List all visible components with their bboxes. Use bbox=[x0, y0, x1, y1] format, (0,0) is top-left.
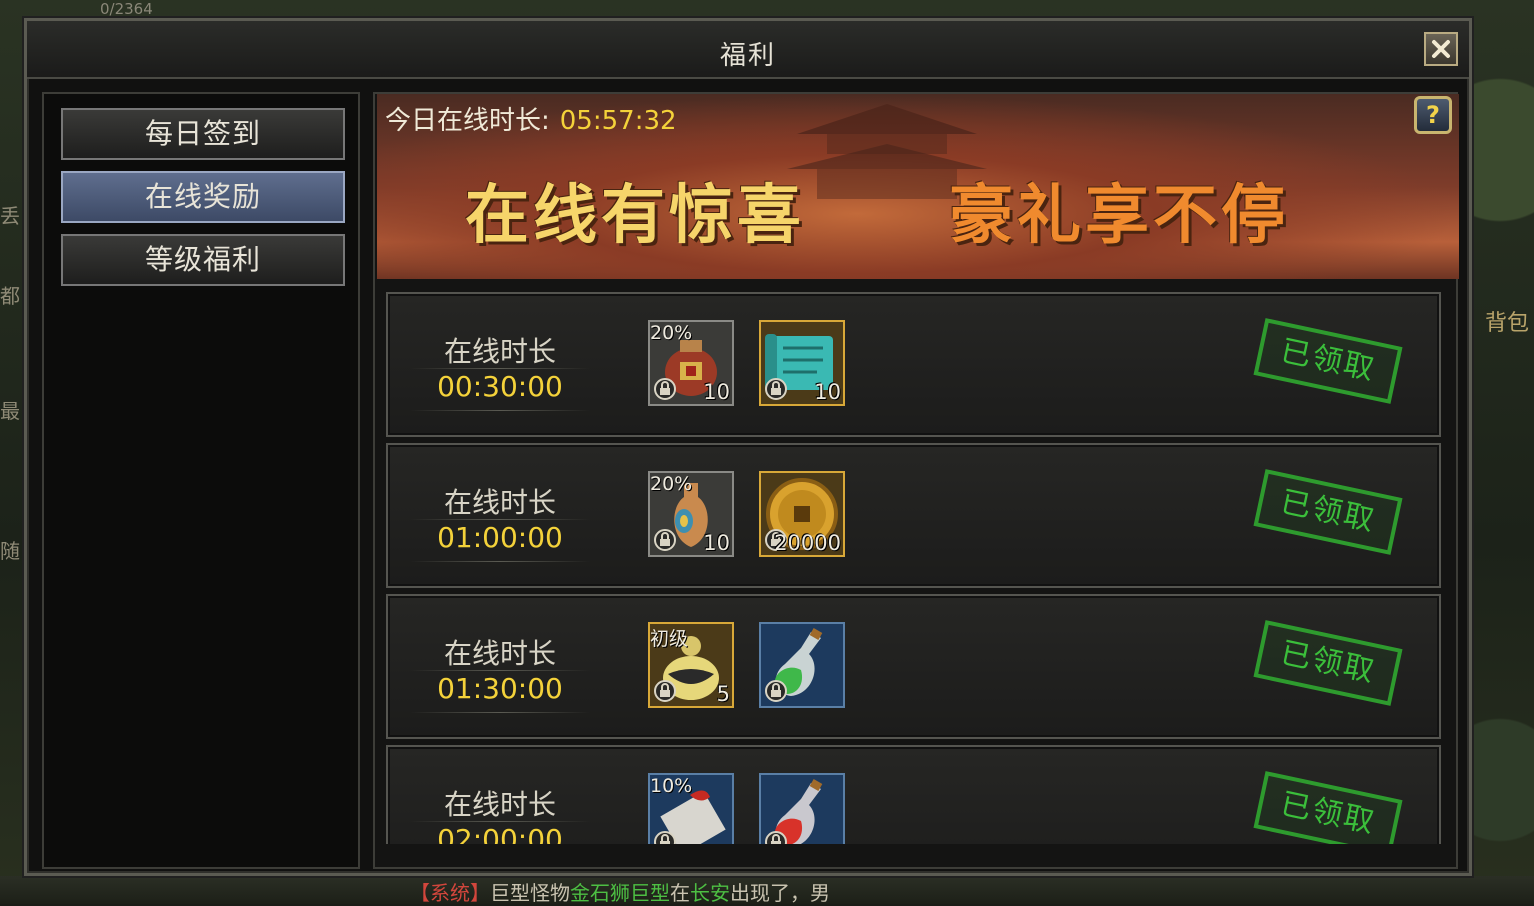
chat-monster[interactable]: 金石狮巨型 bbox=[570, 881, 670, 905]
tab-online-reward[interactable]: 在线奖励 bbox=[61, 171, 345, 223]
divider bbox=[410, 670, 590, 671]
window-title: 福利 bbox=[719, 41, 776, 71]
reward-item-slot[interactable]: 20% 10 bbox=[648, 471, 734, 557]
chat-prefix: 【系统】 bbox=[410, 881, 490, 905]
item-tag: 20% bbox=[650, 473, 693, 495]
claimed-stamp: 已领取 bbox=[1253, 771, 1403, 844]
divider bbox=[410, 368, 590, 369]
item-tag: 10% bbox=[650, 775, 693, 797]
bound-lock-icon bbox=[765, 378, 787, 400]
system-chat-message: 【系统】巨型怪物金石狮巨型在长安出现了，男 bbox=[410, 877, 830, 906]
reward-row: 在线时长 01:00:00 20% 10 20000 已领取 bbox=[386, 443, 1441, 588]
bound-lock-icon bbox=[765, 680, 787, 702]
item-tag: 初级 bbox=[650, 628, 689, 650]
reward-item-slot[interactable]: 10% bbox=[648, 773, 734, 844]
claimed-stamp: 已领取 bbox=[1253, 620, 1403, 706]
help-button[interactable]: ? bbox=[1414, 96, 1452, 134]
divider bbox=[410, 561, 590, 562]
window-titlebar: 福利 bbox=[27, 21, 1469, 79]
banner-slogan-left: 在线有惊喜 bbox=[465, 178, 805, 253]
online-duration-value: 00:30:00 bbox=[437, 370, 563, 403]
reward-row: 在线时长 01:30:00 初级 5 已领取 bbox=[386, 594, 1441, 739]
reward-item-slot[interactable]: 初级 5 bbox=[648, 622, 734, 708]
online-duration-label: 在线时长 bbox=[443, 788, 556, 821]
chat-text: 在 bbox=[670, 881, 690, 905]
welfare-window: 福利 每日签到 在线奖励 等级福利 今日在线时长: 05:57:32 ? 在线有惊… bbox=[24, 18, 1472, 876]
divider bbox=[410, 410, 590, 411]
item-tag: 20% bbox=[650, 322, 693, 344]
item-count: 20000 bbox=[774, 531, 841, 555]
online-duration-value: 01:00:00 bbox=[437, 521, 563, 554]
reward-row: 在线时长 00:30:00 20% 10 10 已领取 bbox=[386, 292, 1441, 437]
bound-lock-icon bbox=[654, 680, 676, 702]
tab-level-welfare[interactable]: 等级福利 bbox=[61, 234, 345, 286]
online-reward-panel: 今日在线时长: 05:57:32 ? 在线有惊喜 豪礼享不停 在线时长 00:30… bbox=[373, 92, 1459, 869]
welfare-sidebar: 每日签到 在线奖励 等级福利 bbox=[42, 92, 360, 869]
online-time-row: 今日在线时长: 05:57:32 bbox=[385, 100, 677, 137]
reward-item-slot[interactable]: 20% 10 bbox=[648, 320, 734, 406]
edge-text: 随 bbox=[0, 539, 20, 563]
reward-item-slot[interactable] bbox=[759, 773, 845, 844]
online-duration-value: 01:30:00 bbox=[437, 672, 563, 705]
online-time-value: 05:57:32 bbox=[559, 106, 677, 136]
bag-label[interactable]: 背包 bbox=[1485, 305, 1529, 337]
online-duration-value: 02:00:00 bbox=[437, 823, 563, 844]
edge-text: 丢 bbox=[0, 204, 20, 228]
claimed-stamp: 已领取 bbox=[1253, 318, 1403, 404]
item-count: 10 bbox=[814, 380, 841, 404]
bound-lock-icon bbox=[654, 831, 676, 844]
online-time-label: 今日在线时长: bbox=[385, 106, 550, 136]
banner-slogan-right: 豪礼享不停 bbox=[949, 178, 1289, 253]
online-duration-label: 在线时长 bbox=[443, 335, 556, 368]
item-count: 5 bbox=[716, 682, 730, 706]
item-count: 10 bbox=[703, 380, 730, 404]
reward-item-slot[interactable]: 10 bbox=[759, 320, 845, 406]
close-button[interactable] bbox=[1424, 32, 1458, 66]
claimed-stamp: 已领取 bbox=[1253, 469, 1403, 555]
close-icon bbox=[1432, 40, 1450, 58]
divider bbox=[410, 821, 590, 822]
chat-place[interactable]: 长安 bbox=[690, 881, 730, 905]
chat-text: 出现了，男 bbox=[730, 881, 830, 905]
reward-list[interactable]: 在线时长 00:30:00 20% 10 10 已领取 在线时长 01:00:0… bbox=[386, 292, 1444, 844]
item-count: 10 bbox=[703, 531, 730, 555]
reward-item-slot[interactable] bbox=[759, 622, 845, 708]
bound-lock-icon bbox=[765, 831, 787, 844]
tab-daily-signin[interactable]: 每日签到 bbox=[61, 108, 345, 160]
edge-text: 都 bbox=[0, 284, 20, 308]
divider bbox=[410, 519, 590, 520]
reward-row: 在线时长 02:00:00 10% 已领取 bbox=[386, 745, 1441, 844]
edge-text: 最 bbox=[0, 399, 20, 423]
divider bbox=[410, 712, 590, 713]
chat-text: 巨型怪物 bbox=[490, 881, 570, 905]
online-duration-label: 在线时长 bbox=[443, 637, 556, 670]
bound-lock-icon bbox=[654, 529, 676, 551]
hp-counter: 0/2364 bbox=[100, 0, 153, 18]
reward-item-slot[interactable]: 20000 bbox=[759, 471, 845, 557]
promo-banner: 今日在线时长: 05:57:32 ? 在线有惊喜 豪礼享不停 bbox=[377, 94, 1459, 279]
online-duration-label: 在线时长 bbox=[443, 486, 556, 519]
bound-lock-icon bbox=[654, 378, 676, 400]
